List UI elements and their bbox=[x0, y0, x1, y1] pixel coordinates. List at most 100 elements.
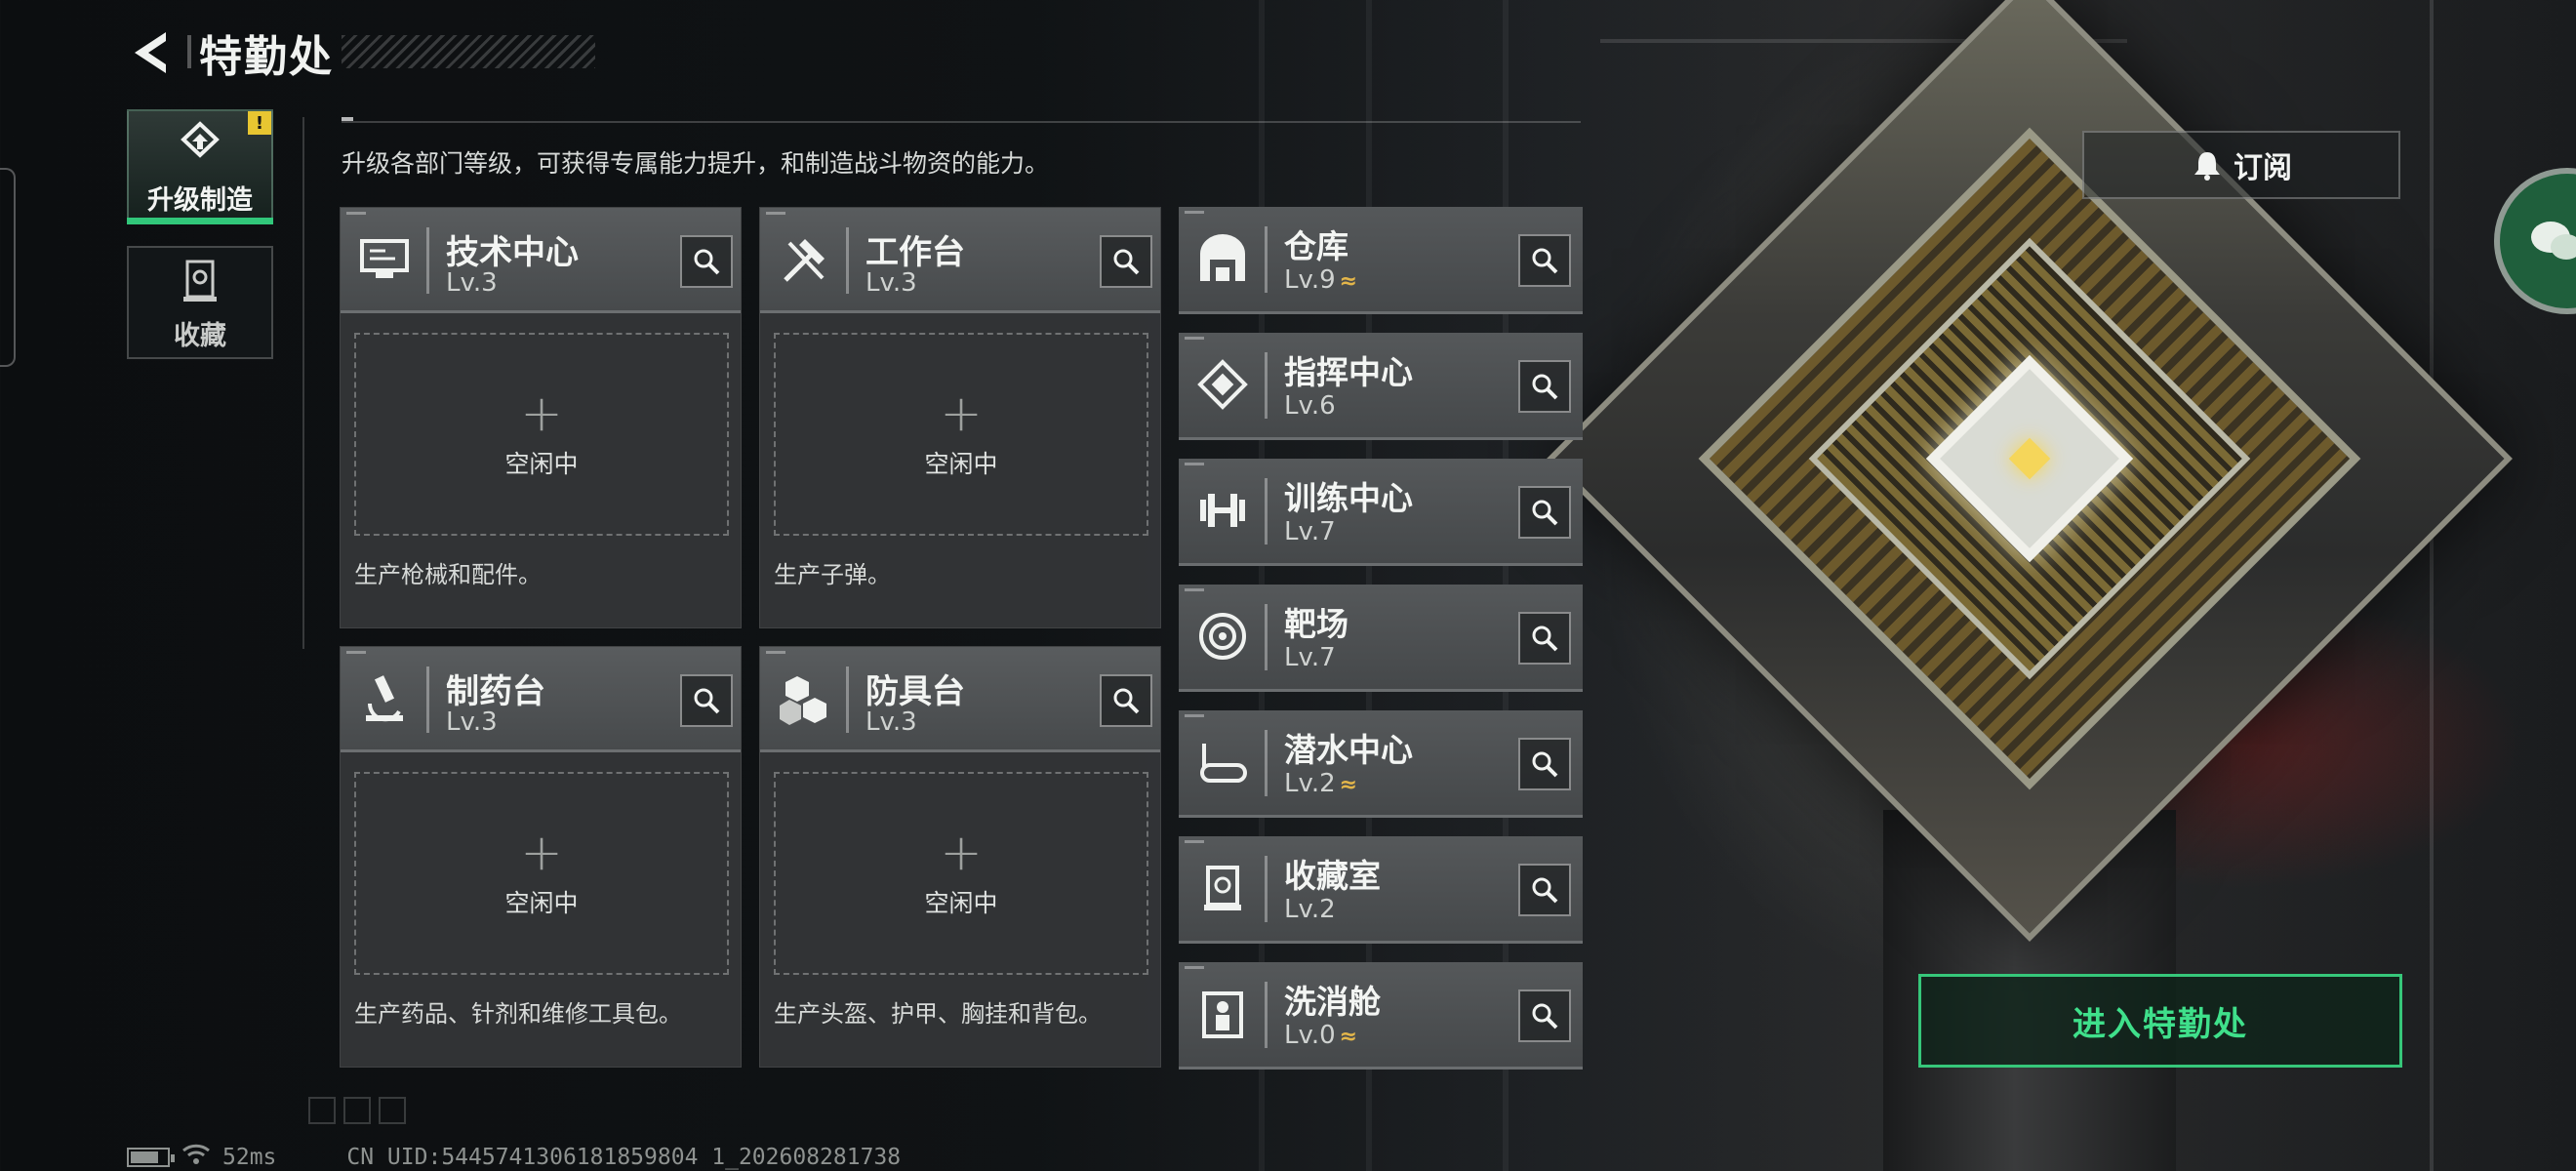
bell-icon bbox=[2194, 152, 2220, 181]
production-slot[interactable]: + 空闲中 bbox=[774, 333, 1148, 536]
corner-tag bbox=[346, 212, 366, 215]
search-button[interactable] bbox=[680, 235, 733, 288]
back-arrow-icon bbox=[135, 32, 166, 73]
search-button[interactable] bbox=[1518, 864, 1571, 916]
card-header[interactable]: 工作台 Lv.3 bbox=[760, 208, 1160, 313]
corner-tag bbox=[1185, 588, 1204, 591]
facility-level: Lv.2 bbox=[1284, 895, 1336, 924]
chat-button[interactable] bbox=[2494, 168, 2576, 314]
search-icon bbox=[1113, 249, 1140, 275]
chip-icon bbox=[1197, 359, 1248, 410]
corner-tag bbox=[1185, 840, 1204, 843]
production-card-armor: 防具台 Lv.3 + 空闲中 生产头盔、护甲、胸挂和背包。 bbox=[759, 646, 1161, 1068]
row-separator bbox=[1265, 478, 1268, 545]
facility-row-warehouse[interactable]: 仓库 Lv.9 ≈ bbox=[1179, 207, 1583, 314]
facility-name: 工作台 bbox=[865, 233, 965, 272]
plus-icon: + bbox=[940, 384, 983, 443]
collection-icon bbox=[183, 260, 217, 302]
indicator-square bbox=[379, 1097, 406, 1124]
row-separator bbox=[1265, 982, 1268, 1048]
card-description: 生产枪械和配件。 bbox=[354, 561, 542, 588]
target-icon bbox=[1199, 613, 1246, 660]
corner-tag bbox=[766, 651, 785, 654]
bg-rail bbox=[2430, 0, 2434, 1171]
facility-name: 收藏室 bbox=[1284, 857, 1381, 895]
enter-special-ops-button[interactable]: 进入特勤处 bbox=[1918, 974, 2402, 1068]
search-icon bbox=[1532, 626, 1558, 652]
enter-label: 进入特勤处 bbox=[2073, 1004, 2248, 1044]
corner-tag bbox=[1185, 463, 1204, 465]
collection-icon bbox=[1204, 866, 1241, 910]
facility-level: Lv.7 bbox=[1284, 643, 1336, 672]
search-icon bbox=[694, 688, 720, 714]
diving-mask-icon bbox=[1200, 744, 1247, 783]
corner-tag bbox=[1185, 337, 1204, 340]
search-button[interactable] bbox=[1518, 234, 1571, 287]
search-button[interactable] bbox=[1518, 738, 1571, 790]
indicator-square bbox=[343, 1097, 371, 1124]
search-button[interactable] bbox=[680, 674, 733, 727]
corner-tag bbox=[1185, 211, 1204, 214]
facility-level: Lv.3 bbox=[446, 707, 498, 737]
subscribe-button[interactable]: 订阅 bbox=[2082, 131, 2400, 199]
production-slot[interactable]: + 空闲中 bbox=[774, 772, 1148, 975]
slot-status: 空闲中 bbox=[504, 889, 579, 917]
row-separator bbox=[1265, 730, 1268, 796]
row-separator bbox=[1265, 352, 1268, 419]
search-button[interactable] bbox=[1518, 360, 1571, 413]
search-button[interactable] bbox=[1100, 674, 1152, 727]
facility-level: Lv.3 bbox=[446, 268, 498, 298]
upgrade-icon bbox=[181, 120, 220, 158]
facility-row-training-center[interactable]: 训练中心 Lv.7 bbox=[1179, 459, 1583, 566]
edge-handle[interactable] bbox=[0, 168, 16, 367]
card-header[interactable]: 制药台 Lv.3 bbox=[341, 647, 741, 752]
facility-name: 指挥中心 bbox=[1284, 353, 1413, 391]
card-description: 生产头盔、护甲、胸挂和背包。 bbox=[774, 1000, 1102, 1028]
warehouse-icon bbox=[1200, 234, 1245, 281]
tab-collection[interactable]: 收藏 bbox=[127, 246, 273, 359]
header-separator bbox=[846, 666, 849, 733]
facility-level: Lv.0 ≈ bbox=[1284, 1021, 1357, 1050]
production-slot[interactable]: + 空闲中 bbox=[354, 333, 729, 536]
header-separator bbox=[426, 666, 429, 733]
search-icon bbox=[1532, 374, 1558, 400]
tab-label: 升级制造 bbox=[147, 184, 253, 216]
search-button[interactable] bbox=[1518, 989, 1571, 1042]
search-button[interactable] bbox=[1518, 486, 1571, 539]
production-slot[interactable]: + 空闲中 bbox=[354, 772, 729, 975]
production-card-pharmacy: 制药台 Lv.3 + 空闲中 生产药品、针剂和维修工具包。 bbox=[340, 646, 742, 1068]
facility-name: 防具台 bbox=[865, 672, 965, 711]
page-title: 特勤处 bbox=[199, 32, 334, 82]
facility-row-shooting-range[interactable]: 靶场 Lv.7 bbox=[1179, 585, 1583, 692]
facility-row-decon-chamber[interactable]: 洗消舱 Lv.0 ≈ bbox=[1179, 962, 1583, 1070]
search-icon bbox=[1532, 751, 1558, 778]
production-card-tech-center: 技术中心 Lv.3 + 空闲中 生产枪械和配件。 bbox=[340, 207, 742, 628]
tab-label: 收藏 bbox=[174, 320, 226, 351]
top-divider bbox=[342, 121, 1581, 123]
facility-row-command-center[interactable]: 指挥中心 Lv.6 bbox=[1179, 333, 1583, 440]
facility-level: Lv.6 bbox=[1284, 391, 1336, 421]
facility-name: 靶场 bbox=[1284, 605, 1348, 643]
user-uid: CN UID:5445741306181859804 1_20260828173… bbox=[346, 1145, 902, 1170]
dumbbell-icon bbox=[1200, 494, 1245, 527]
card-header[interactable]: 防具台 Lv.3 bbox=[760, 647, 1160, 752]
upgrade-chevron-icon: ≈ bbox=[1339, 269, 1357, 294]
corner-tag bbox=[346, 651, 366, 654]
tab-upgrade-craft[interactable]: ! 升级制造 bbox=[127, 109, 273, 224]
title-mark bbox=[187, 35, 191, 68]
search-button[interactable] bbox=[1100, 235, 1152, 288]
row-separator bbox=[1265, 856, 1268, 922]
plus-icon: + bbox=[940, 824, 983, 882]
card-header[interactable]: 技术中心 Lv.3 bbox=[341, 208, 741, 313]
microscope-icon bbox=[366, 675, 403, 722]
facility-row-collection-room[interactable]: 收藏室 Lv.2 bbox=[1179, 836, 1583, 944]
header-separator bbox=[846, 227, 849, 294]
level-text: Lv.0 bbox=[1284, 1021, 1336, 1050]
facility-name: 洗消舱 bbox=[1284, 983, 1381, 1021]
facility-row-diving-center[interactable]: 潜水中心 Lv.2 ≈ bbox=[1179, 710, 1583, 818]
chat-icon bbox=[2531, 222, 2576, 260]
plus-icon: + bbox=[520, 824, 563, 882]
upgrade-chevron-icon: ≈ bbox=[1339, 773, 1357, 797]
search-button[interactable] bbox=[1518, 612, 1571, 665]
back-button[interactable] bbox=[125, 25, 174, 80]
